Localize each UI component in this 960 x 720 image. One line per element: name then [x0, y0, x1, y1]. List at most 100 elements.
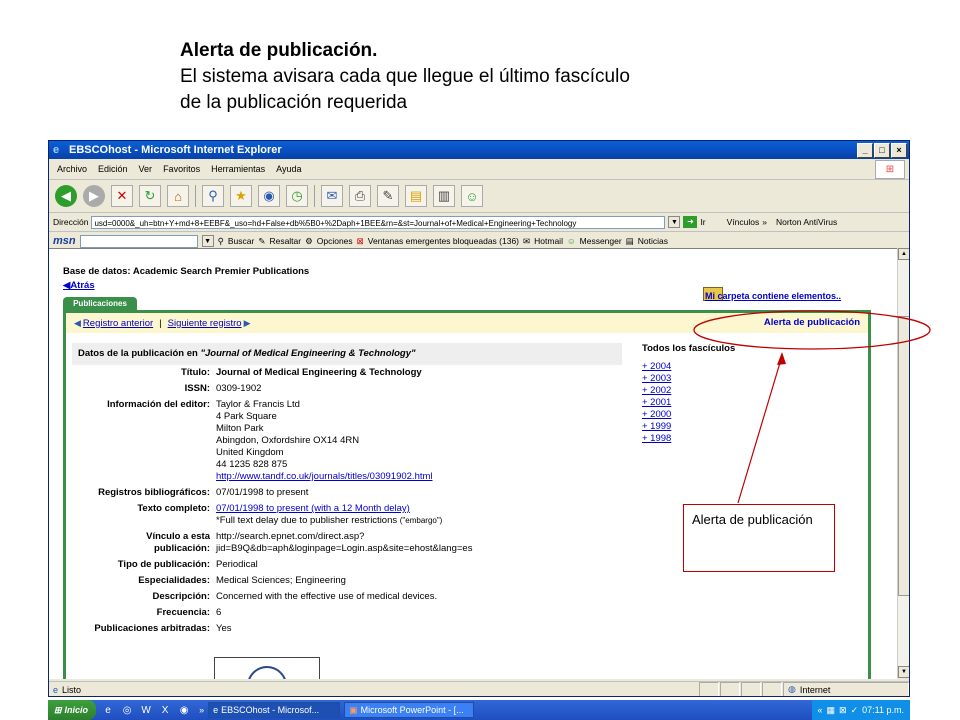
- toolbar-separator: [195, 185, 196, 207]
- menu-archivo[interactable]: Archivo: [57, 164, 87, 174]
- word-quicklaunch-icon[interactable]: W: [139, 703, 153, 717]
- media-icon[interactable]: ◉: [258, 185, 280, 207]
- back-link[interactable]: ◀Atrás: [63, 280, 95, 291]
- address-bar: Dirección usd=0000&_uh=btn+Y+md+8+EEBF&_…: [49, 213, 909, 232]
- close-button[interactable]: ×: [891, 142, 907, 158]
- row-arbitradas: Publicaciones arbitradas: Yes: [72, 623, 622, 635]
- vertical-scrollbar[interactable]: ▲ ▼: [897, 248, 909, 678]
- menu-herramientas[interactable]: Herramientas: [211, 164, 265, 174]
- antivirus-icon: ✓: [850, 704, 859, 715]
- menu-edicion[interactable]: Edición: [98, 164, 128, 174]
- ie-quicklaunch-icon[interactable]: e: [101, 703, 115, 717]
- field-label-line: Vínculo a esta: [146, 531, 210, 542]
- msn-opciones[interactable]: Opciones: [317, 236, 353, 246]
- tab-publicaciones[interactable]: Publicaciones: [63, 297, 137, 311]
- scroll-up-icon[interactable]: ▲: [898, 248, 909, 260]
- norton-antivirus[interactable]: Norton AntiVirus: [776, 217, 837, 227]
- publication-alert-link[interactable]: Alerta de publicación: [764, 317, 860, 328]
- address-input[interactable]: usd=0000&_uh=btn+Y+md+8+EEBF&_uso=hd+Fal…: [91, 215, 666, 229]
- editor-line: United Kingdom: [216, 447, 284, 458]
- go-arrow-icon[interactable]: ➜: [683, 216, 698, 228]
- detail-header-journal: "Journal of Medical Engineering & Techno…: [200, 348, 416, 359]
- links-chevron[interactable]: »: [762, 217, 767, 227]
- media-quicklaunch-icon[interactable]: ◉: [177, 703, 191, 717]
- msn-hotmail[interactable]: Hotmail: [534, 236, 563, 246]
- issue-year-link[interactable]: + 2004: [642, 361, 862, 373]
- menu-favoritos[interactable]: Favoritos: [163, 164, 200, 174]
- msn-search-input[interactable]: [79, 234, 198, 248]
- msn-resaltar[interactable]: Resaltar: [269, 236, 301, 246]
- issue-year-link[interactable]: + 1998: [642, 433, 862, 445]
- minimize-button[interactable]: _: [857, 142, 873, 158]
- full-text-link[interactable]: 07/01/1998 to present (with a 12 Month d…: [216, 503, 622, 515]
- msn-logo[interactable]: msn: [53, 235, 76, 247]
- slide-title: Alerta de publicación. El sistema avisar…: [180, 38, 880, 116]
- issues-title: Todos los fascículos: [642, 343, 736, 354]
- excel-quicklaunch-icon[interactable]: X: [158, 703, 172, 717]
- forward-arrow-icon[interactable]: ▶: [83, 185, 105, 207]
- field-value: 0309-1902: [216, 383, 262, 394]
- field-label: Tipo de publicación:: [117, 559, 210, 570]
- msn-buscar[interactable]: Buscar: [228, 236, 254, 246]
- next-record-link[interactable]: Siguiente registro: [168, 318, 242, 329]
- scroll-thumb[interactable]: [898, 316, 909, 596]
- msn-popups[interactable]: Ventanas emergentes bloqueadas (136): [368, 236, 519, 246]
- full-text-note-main: *Full text delay due to publisher restri…: [216, 515, 398, 526]
- news-icon: ▤: [625, 235, 634, 246]
- row-especialidades: Especialidades: Medical Sciences; Engine…: [72, 575, 622, 587]
- address-dropdown-icon[interactable]: ▼: [668, 216, 681, 228]
- field-value: Yes: [216, 623, 232, 634]
- window-controls: _ □ ×: [857, 142, 907, 158]
- search-icon[interactable]: ⚲: [202, 185, 224, 207]
- menu-ayuda[interactable]: Ayuda: [276, 164, 301, 174]
- refresh-icon[interactable]: ↻: [139, 185, 161, 207]
- back-arrow-icon[interactable]: ◀: [55, 185, 77, 207]
- quicklaunch-chevron[interactable]: »: [199, 705, 204, 715]
- issue-year-link[interactable]: + 2002: [642, 385, 862, 397]
- history-icon[interactable]: ◷: [286, 185, 308, 207]
- outlook-quicklaunch-icon[interactable]: ◎: [120, 703, 134, 717]
- go-button[interactable]: Ir: [700, 217, 705, 227]
- discuss-icon[interactable]: ▤: [405, 185, 427, 207]
- issue-year-link[interactable]: + 2001: [642, 397, 862, 409]
- messenger-icon[interactable]: ☺: [461, 185, 483, 207]
- home-icon[interactable]: ⌂: [167, 185, 189, 207]
- tray-chevron[interactable]: «: [818, 705, 823, 715]
- msn-dropdown-icon[interactable]: ▼: [201, 235, 214, 247]
- scroll-down-icon[interactable]: ▼: [898, 666, 909, 678]
- issue-year-link[interactable]: + 1999: [642, 421, 862, 433]
- task-powerpoint[interactable]: ▣ Microsoft PowerPoint - [...: [344, 702, 475, 718]
- msn-messenger[interactable]: Messenger: [580, 236, 622, 246]
- status-cell: [720, 682, 740, 696]
- task-ebscohost-label: EBSCOhost - Microsof...: [221, 705, 320, 715]
- favorites-star-icon[interactable]: ★: [230, 185, 252, 207]
- slide-line-1: El sistema avisara cada que llegue el úl…: [180, 66, 630, 87]
- task-ebscohost[interactable]: e EBSCOhost - Microsof...: [208, 702, 341, 718]
- menu-ver[interactable]: Ver: [139, 164, 153, 174]
- research-icon[interactable]: ▥: [433, 185, 455, 207]
- field-label: Frecuencia:: [156, 607, 210, 618]
- issue-year-link[interactable]: + 2000: [642, 409, 862, 421]
- detail-header: Datos de la publicación en "Journal of M…: [72, 343, 622, 365]
- editor-line: 4 Park Square: [216, 411, 277, 422]
- maximize-button[interactable]: □: [874, 142, 890, 158]
- folder-link[interactable]: Mi carpeta contiene elementos..: [705, 291, 841, 301]
- edit-icon[interactable]: ✎: [377, 185, 399, 207]
- issue-year-link[interactable]: + 2003: [642, 373, 862, 385]
- links-label[interactable]: Vínculos: [727, 217, 760, 227]
- start-button[interactable]: ⊞ Inicio: [48, 700, 97, 720]
- editor-url-link[interactable]: http://www.tandf.co.uk/journals/titles/0…: [216, 471, 622, 483]
- mail-icon[interactable]: ✉: [321, 185, 343, 207]
- windows-logo-icon: ⊞: [54, 704, 62, 715]
- print-icon[interactable]: ⎙: [349, 185, 371, 207]
- address-label: Dirección: [53, 217, 89, 227]
- slide-line-2: de la publicación requerida: [180, 92, 408, 113]
- publisher-logo: [214, 657, 320, 679]
- prev-record-link[interactable]: Registro anterior: [83, 318, 153, 329]
- stop-icon[interactable]: ✕: [111, 185, 133, 207]
- field-label: Vínculo a esta publicación:: [72, 531, 216, 555]
- msn-noticias[interactable]: Noticias: [638, 236, 668, 246]
- row-vinculo: Vínculo a esta publicación: http://searc…: [72, 531, 622, 555]
- link-line: jid=B9Q&db=aph&loginpage=Login.asp&site=…: [216, 543, 473, 554]
- system-tray: « ▦ ⊠ ✓ 07:11 p.m.: [811, 700, 910, 720]
